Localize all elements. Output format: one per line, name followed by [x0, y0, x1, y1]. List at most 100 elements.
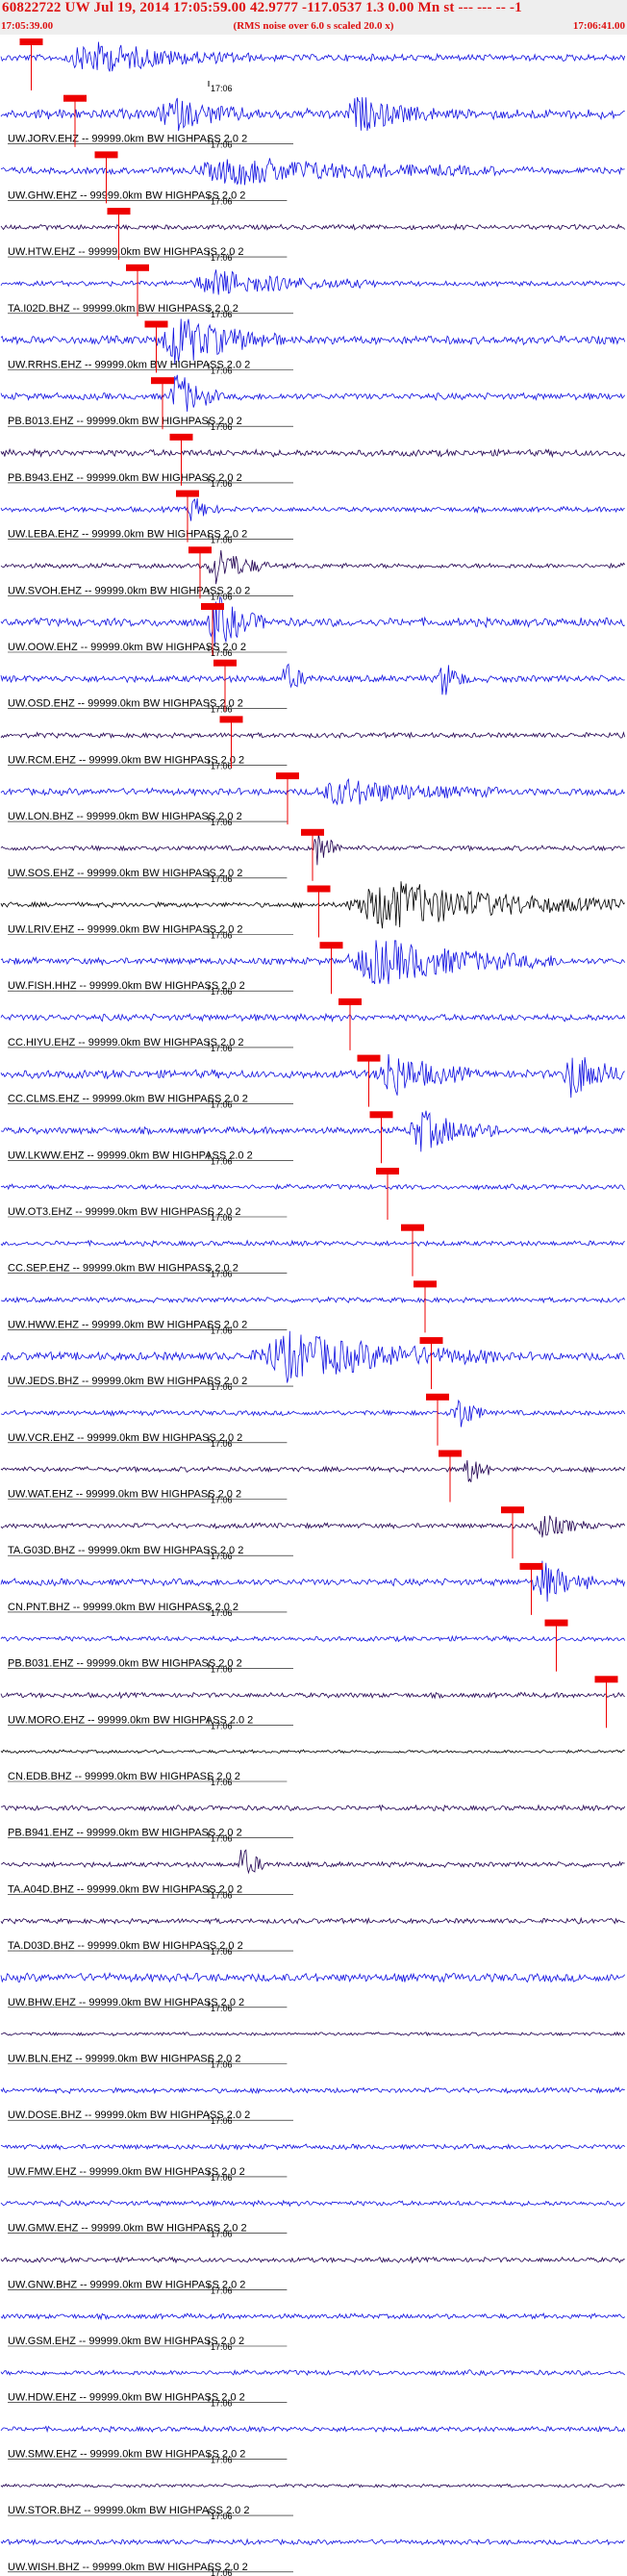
- station-label: UW.JORV.EHZ -- 99999.0km BW HIGHPASS 2.0…: [8, 134, 247, 145]
- seismogram-plot: 17:0617:06UW.JORV.EHZ -- 99999.0km BW HI…: [0, 38, 626, 2576]
- waveform-line: [0, 96, 625, 132]
- station-label: UW.SVOH.EHZ -- 99999.0km BW HIGHPASS 2.0…: [8, 585, 250, 596]
- trace-20: 17:06UW.OT3.EHZ -- 99999.0km BW HIGHPASS…: [0, 1168, 625, 1223]
- plot-header: 60822722 UW Jul 19, 2014 17:05:59.00 42.…: [0, 0, 627, 35]
- waveform-line: [0, 550, 626, 585]
- pick-flag: [339, 998, 362, 1005]
- trace-42: 17:06UW.SMW.EHZ -- 99999.0km BW HIGHPASS…: [0, 2425, 626, 2464]
- trace-31: 17:06PB.B941.EHZ -- 99999.0km BW HIGHPAS…: [0, 1804, 626, 1844]
- station-label: UW.MORO.EHZ -- 99999.0km BW HIGHPASS 2.0…: [8, 1714, 253, 1726]
- trace-3: 17:06UW.HTW.EHZ -- 99999.0km BW HIGHPASS…: [0, 208, 626, 263]
- station-label: UW.BHW.EHZ -- 99999.0km BW HIGHPASS 2.0 …: [8, 1997, 244, 2008]
- trace-9: 17:06UW.SVOH.EHZ -- 99999.0km BW HIGHPAS…: [0, 546, 626, 601]
- pick-flag: [107, 208, 131, 215]
- pick-flag: [94, 151, 118, 159]
- station-label: CC.HIYU.EHZ -- 99999.0km BW HIGHPASS 2.0…: [8, 1037, 244, 1048]
- waveform-line: [0, 940, 626, 985]
- waveform-line: [0, 158, 625, 186]
- waveform-line: [0, 1239, 625, 1248]
- station-label: UW.WISH.BHZ -- 99999.0km BW HIGHPASS 2.0…: [8, 2562, 248, 2573]
- waveform-line: [0, 731, 626, 740]
- trace-29: 17:06UW.MORO.EHZ -- 99999.0km BW HIGHPAS…: [0, 1676, 625, 1730]
- waveform-line: [0, 1296, 626, 1304]
- station-label: UW.RRHS.EHZ -- 99999.0km BW HIGHPASS 2.0…: [8, 360, 250, 371]
- waveform-line: [0, 596, 625, 646]
- waveform-line: [0, 2312, 625, 2321]
- waveform-line: [0, 1971, 626, 1983]
- trace-36: 17:06UW.DOSE.BHZ -- 99999.0km BW HIGHPAS…: [0, 2086, 625, 2126]
- trace-28: 17:06PB.B031.EHZ -- 99999.0km BW HIGHPAS…: [0, 1619, 626, 1675]
- station-label: UW.LRIV.EHZ -- 99999.0km BW HIGHPASS 2.0…: [8, 924, 243, 936]
- waveform-line: [0, 318, 626, 365]
- waveform-line: [0, 2086, 625, 2095]
- pick-flag: [169, 433, 193, 441]
- station-label: UW.HDW.EHZ -- 99999.0km BW HIGHPASS 2.0 …: [8, 2392, 245, 2404]
- station-label: PB.B943.EHZ -- 99999.0km BW HIGHPASS 2.0…: [8, 472, 242, 484]
- pick-flag: [176, 490, 199, 497]
- trace-21: 17:06CC.SEP.EHZ -- 99999.0km BW HIGHPASS…: [0, 1224, 625, 1279]
- trace-26: 17:06TA.G03D.BHZ -- 99999.0km BW HIGHPAS…: [0, 1506, 626, 1561]
- waveform-line: [0, 1804, 626, 1812]
- station-label: UW.FISH.HHZ -- 99999.0km BW HIGHPASS 2.0…: [8, 980, 245, 992]
- station-label: UW.STOR.BHZ -- 99999.0km BW HIGHPASS 2.0…: [8, 2505, 249, 2516]
- trace-33: 17:06TA.D03D.BHZ -- 99999.0km BW HIGHPAS…: [0, 1916, 625, 1957]
- station-label: UW.GHW.EHZ -- 99999.0km BW HIGHPASS 2.0 …: [8, 189, 245, 201]
- station-label: TA.G03D.BHZ -- 99999.0km BW HIGHPASS 2.0…: [8, 1545, 243, 1556]
- station-label: UW.HTW.EHZ -- 99999.0km BW HIGHPASS 2.0 …: [8, 246, 244, 258]
- station-label: UW.GNW.BHZ -- 99999.0km BW HIGHPASS 2.0 …: [8, 2279, 245, 2290]
- trace-10: 17:06UW.OOW.EHZ -- 99999.0km BW HIGHPASS…: [0, 596, 625, 658]
- waveform-line: [0, 1515, 626, 1538]
- station-label: UW.BLN.EHZ -- 99999.0km BW HIGHPASS 2.0 …: [8, 2054, 240, 2065]
- station-label: UW.JEDS.BHZ -- 99999.0km BW HIGHPASS 2.0…: [8, 1376, 247, 1387]
- trace-18: 17:06CC.CLMS.EHZ -- 99999.0km BW HIGHPAS…: [0, 1053, 625, 1110]
- waveform-line: [0, 1634, 626, 1643]
- pick-flag: [426, 1393, 449, 1401]
- trace-19: 17:06UW.LKWW.EHZ -- 99999.0km BW HIGHPAS…: [0, 1110, 625, 1166]
- trace-4: 17:06TA.I02D.BHZ -- 99999.0km BW HIGHPAS…: [0, 264, 626, 319]
- trace-17: 17:06CC.HIYU.EHZ -- 99999.0km BW HIGHPAS…: [0, 998, 626, 1053]
- trace-40: 17:06UW.GSM.EHZ -- 99999.0km BW HIGHPASS…: [0, 2312, 625, 2352]
- station-label: CC.CLMS.EHZ -- 99999.0km BW HIGHPASS 2.0…: [8, 1094, 248, 1105]
- station-label: UW.SMW.EHZ -- 99999.0km BW HIGHPASS 2.0 …: [8, 2448, 245, 2460]
- trace-16: 17:06UW.FISH.HHZ -- 99999.0km BW HIGHPAS…: [0, 940, 626, 997]
- waveform-line: [0, 1849, 625, 1875]
- waveform-line: [0, 1691, 625, 1700]
- trace-12: 17:06UW.RCM.EHZ -- 99999.0km BW HIGHPASS…: [0, 716, 626, 770]
- waveform-line: [0, 2199, 625, 2208]
- station-label: UW.OOW.EHZ -- 99999.0km BW HIGHPASS 2.0 …: [8, 642, 246, 653]
- noise-note: (RMS noise over 6.0 s scaled 20.0 x): [233, 20, 394, 32]
- trace-35: 17:06UW.BLN.EHZ -- 99999.0km BW HIGHPASS…: [0, 2031, 626, 2070]
- waveform-line: [0, 777, 625, 806]
- trace-2: 17:06UW.GHW.EHZ -- 99999.0km BW HIGHPASS…: [0, 151, 625, 206]
- trace-8: 17:06UW.LEBA.EHZ -- 99999.0km BW HIGHPAS…: [0, 490, 625, 545]
- station-label: UW.HWW.EHZ -- 99999.0km BW HIGHPASS 2.0 …: [8, 1319, 247, 1330]
- trace-41: 17:06UW.HDW.EHZ -- 99999.0km BW HIGHPASS…: [0, 2369, 625, 2409]
- station-label: CN.PNT.BHZ -- 99999.0km BW HIGHPASS 2.0 …: [8, 1602, 238, 1613]
- pick-flag: [307, 885, 331, 893]
- station-label: UW.RCM.EHZ -- 99999.0km BW HIGHPASS 2.0 …: [8, 754, 244, 766]
- station-label: UW.FMW.EHZ -- 99999.0km BW HIGHPASS 2.0 …: [8, 2166, 245, 2178]
- waveform-line: [0, 2143, 625, 2151]
- station-label: PB.B013.EHZ -- 99999.0km BW HIGHPASS 2.0…: [8, 416, 242, 427]
- station-label: PB.B941.EHZ -- 99999.0km BW HIGHPASS 2.0…: [8, 1828, 242, 1839]
- waveform-line: [0, 1012, 626, 1023]
- station-label: UW.LEBA.EHZ -- 99999.0km BW HIGHPASS 2.0…: [8, 529, 247, 541]
- waveform-line: [0, 41, 626, 72]
- station-label: CN.EDB.BHZ -- 99999.0km BW HIGHPASS 2.0 …: [8, 1771, 240, 1782]
- station-label: CC.SEP.EHZ -- 99999.0km BW HIGHPASS 2.0 …: [8, 1263, 238, 1275]
- station-label: UW.GMW.EHZ -- 99999.0km BW HIGHPASS 2.0 …: [8, 2223, 247, 2235]
- waveform-line: [0, 1053, 625, 1099]
- trace-27: 17:06CN.PNT.BHZ -- 99999.0km BW HIGHPASS…: [0, 1560, 626, 1618]
- waveform-line: [0, 2425, 626, 2434]
- waveform-line: [0, 497, 625, 521]
- station-label: UW.GSM.EHZ -- 99999.0km BW HIGHPASS 2.0 …: [8, 2336, 244, 2347]
- waveform-line: [0, 1399, 626, 1427]
- pick-flag: [151, 377, 174, 385]
- station-label: UW.VCR.EHZ -- 99999.0km BW HIGHPASS 2.0 …: [8, 1432, 242, 1444]
- pick-flag: [319, 942, 343, 949]
- waveform-line: [0, 223, 626, 232]
- pick-flag: [544, 1619, 568, 1627]
- plot-title: 60822722 UW Jul 19, 2014 17:05:59.00 42.…: [2, 0, 522, 15]
- waveform-line: [0, 1916, 625, 1925]
- trace-30: 17:06CN.EDB.BHZ -- 99999.0km BW HIGHPASS…: [0, 1749, 625, 1787]
